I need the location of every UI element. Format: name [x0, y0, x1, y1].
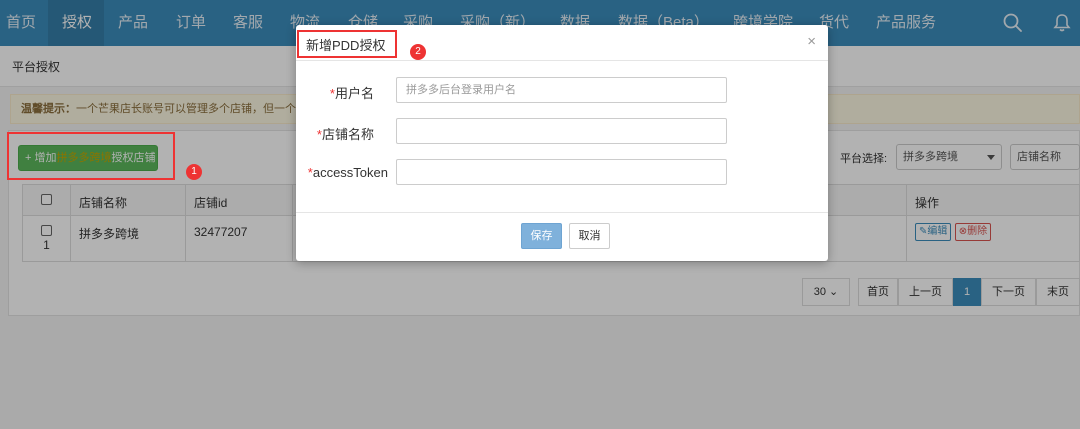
- shop-name-input[interactable]: [396, 118, 727, 144]
- annotation-badge-1: 1: [186, 164, 202, 180]
- access-token-label: *accessToken: [307, 165, 388, 180]
- annotation-box-1: [7, 132, 175, 180]
- add-pdd-auth-modal: 新增PDD授权 × *用户名 *店铺名称 *accessToken 保存 取消: [296, 25, 828, 261]
- save-button[interactable]: 保存: [521, 223, 562, 249]
- annotation-badge-2: 2: [410, 44, 426, 60]
- modal-footer: 保存 取消: [296, 212, 828, 261]
- access-token-input[interactable]: [396, 159, 727, 185]
- username-label: *用户名: [329, 86, 374, 101]
- shop-name-label: *店铺名称: [316, 127, 374, 142]
- cancel-button[interactable]: 取消: [569, 223, 610, 249]
- close-icon[interactable]: ×: [807, 33, 816, 50]
- username-input[interactable]: [396, 77, 727, 103]
- annotation-box-2: [297, 30, 397, 58]
